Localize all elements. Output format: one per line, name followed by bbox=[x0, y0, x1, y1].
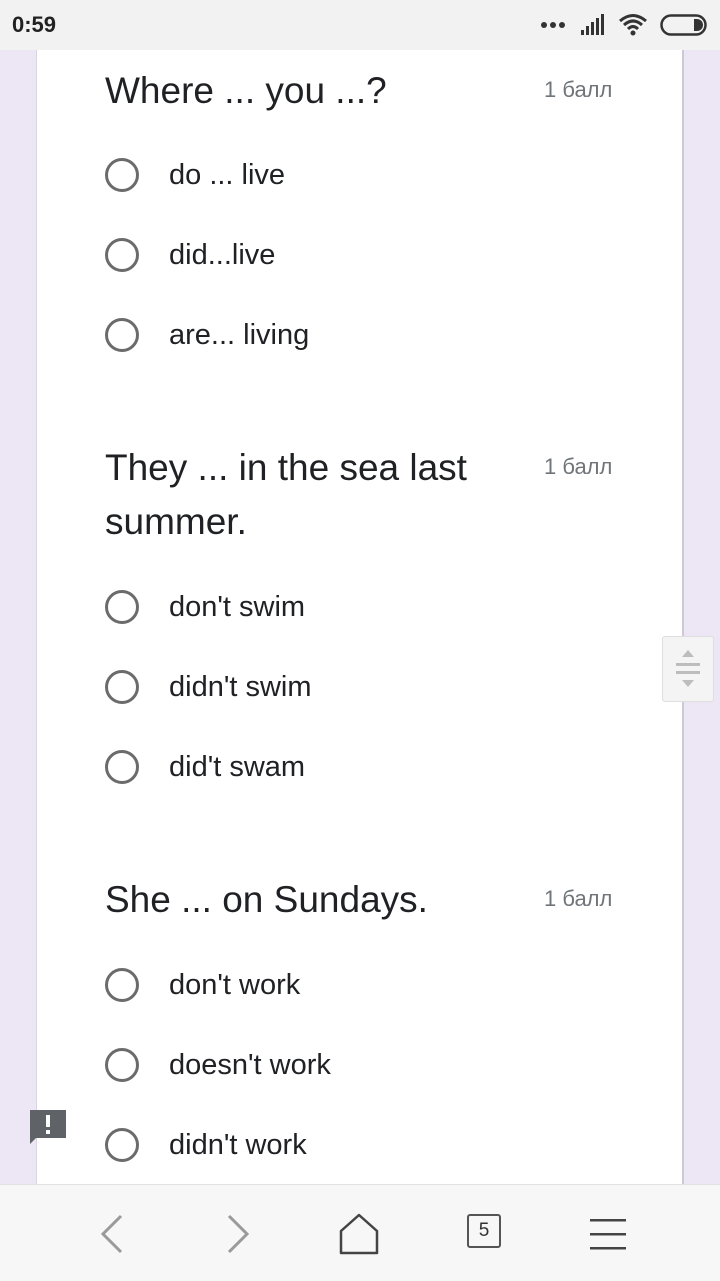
question-title: They ... in the sea last summer. bbox=[105, 447, 467, 542]
option-radio[interactable]: didn't swim bbox=[105, 667, 525, 707]
question-1: Where ... you ...? 1 балл do ... live di… bbox=[105, 64, 625, 384]
signal-dots-icon bbox=[541, 22, 568, 28]
option-radio[interactable]: didn't work bbox=[105, 1125, 525, 1165]
radio-button[interactable] bbox=[105, 670, 139, 704]
radio-button[interactable] bbox=[105, 1048, 139, 1082]
option-label: do ... live bbox=[169, 158, 286, 191]
scroll-handle[interactable] bbox=[662, 636, 714, 702]
option-label: didn't swim bbox=[169, 670, 312, 703]
radio-button[interactable] bbox=[105, 590, 139, 624]
option-label: didn't work bbox=[169, 1128, 307, 1161]
option-label: don't work bbox=[169, 968, 301, 1001]
menu-icon bbox=[590, 1219, 626, 1250]
battery-icon bbox=[660, 14, 707, 36]
status-time: 0:59 bbox=[12, 12, 57, 37]
home-icon bbox=[339, 1213, 379, 1255]
radio-button[interactable] bbox=[105, 1128, 139, 1162]
option-radio[interactable]: did't swam bbox=[105, 747, 525, 787]
question-title: She ... on Sundays. bbox=[105, 879, 428, 920]
form-card: Where ... you ...? 1 балл do ... live di… bbox=[36, 50, 684, 1184]
forward-icon bbox=[227, 1214, 250, 1254]
option-radio[interactable]: doesn't work bbox=[105, 1045, 525, 1085]
menu-button[interactable] bbox=[583, 1209, 633, 1259]
question-points: 1 балл bbox=[544, 77, 613, 102]
back-icon bbox=[100, 1214, 123, 1254]
question-3: She ... on Sundays. 1 балл don't work do… bbox=[105, 873, 625, 1193]
option-radio[interactable]: don't work bbox=[105, 965, 525, 1005]
back-button[interactable] bbox=[88, 1209, 138, 1259]
option-label: don't swim bbox=[169, 590, 306, 623]
radio-button[interactable] bbox=[105, 750, 139, 784]
scroll-handle-icon bbox=[676, 650, 700, 687]
bottom-nav bbox=[0, 1184, 720, 1281]
question-title: Where ... you ...? bbox=[105, 70, 387, 111]
option-label: did...live bbox=[169, 238, 276, 271]
home-button[interactable] bbox=[334, 1209, 384, 1259]
option-label: are... living bbox=[169, 318, 310, 351]
option-radio[interactable]: did...live bbox=[105, 235, 525, 275]
status-icons bbox=[529, 12, 708, 38]
status-bar: 0:59 bbox=[0, 0, 720, 50]
wifi-icon bbox=[619, 14, 647, 36]
radio-button[interactable] bbox=[105, 238, 139, 272]
question-points: 1 балл bbox=[544, 454, 613, 479]
radio-button[interactable] bbox=[105, 318, 139, 352]
feedback-icon bbox=[30, 1110, 66, 1144]
radio-button[interactable] bbox=[105, 968, 139, 1002]
option-label: did't swam bbox=[169, 750, 306, 783]
tabs-count-button[interactable]: 5 bbox=[467, 1214, 501, 1248]
cell-signal-icon bbox=[581, 14, 604, 35]
question-points: 1 балл bbox=[544, 886, 613, 911]
option-label: doesn't work bbox=[169, 1048, 331, 1081]
feedback-button[interactable] bbox=[28, 1108, 68, 1144]
option-radio[interactable]: don't swim bbox=[105, 587, 525, 627]
forward-button[interactable] bbox=[212, 1209, 262, 1259]
radio-button[interactable] bbox=[105, 158, 139, 192]
option-radio[interactable]: are... living bbox=[105, 315, 525, 355]
option-radio[interactable]: do ... live bbox=[105, 155, 525, 195]
question-2: They ... in the sea last summer. 1 балл … bbox=[105, 441, 625, 801]
